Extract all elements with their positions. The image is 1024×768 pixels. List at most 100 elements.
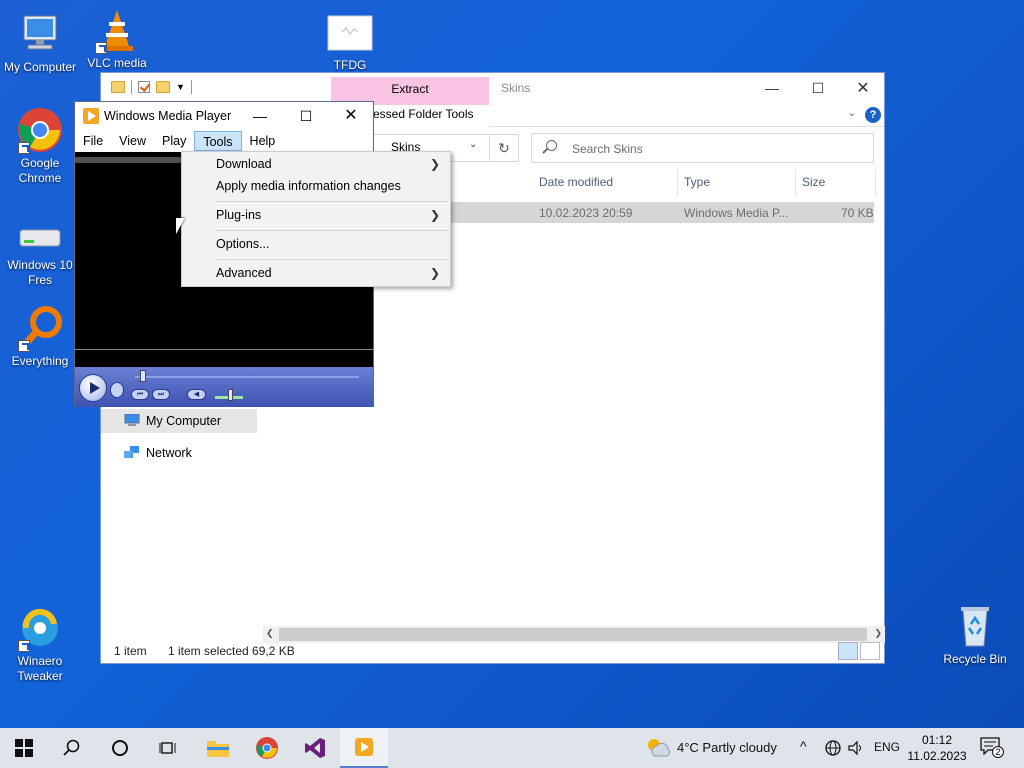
taskbar-file-explorer[interactable] [194, 728, 242, 768]
row-size: 70 KB [841, 206, 874, 220]
nav-item-my-computer[interactable]: My Computer [101, 409, 257, 433]
chevron-down-icon[interactable]: ⌄ [469, 139, 477, 150]
network-globe-icon[interactable] [825, 740, 841, 756]
seek-bar[interactable] [135, 376, 359, 378]
folder-icon [207, 741, 229, 757]
menu-tools[interactable]: Tools [194, 131, 242, 151]
maximize-button[interactable]: ☐ [283, 102, 329, 130]
desktop-icon-windows10[interactable]: Windows 10 Fres [0, 218, 80, 288]
menu-separator [216, 259, 448, 260]
taskbar-visual-studio[interactable] [291, 728, 339, 768]
menu-item-apply-media-info[interactable]: Apply media information changes [182, 175, 450, 197]
menu-item-download[interactable]: Download ❯ [182, 153, 450, 175]
desktop-icon-label: VLC media [87, 56, 147, 70]
visual-studio-icon [305, 738, 325, 758]
search-button[interactable] [48, 728, 96, 768]
chevron-down-icon[interactable]: ▼ [176, 82, 185, 92]
row-date: 10.02.2023 20:59 [539, 206, 633, 220]
help-icon[interactable]: ? [865, 107, 881, 123]
chevron-up-icon[interactable]: ^ [800, 738, 807, 754]
taskbar-wmp[interactable] [340, 728, 388, 768]
menu-item-plugins[interactable]: Plug-ins ❯ [182, 204, 450, 226]
minimize-button[interactable]: — [237, 102, 283, 130]
status-item-count: 1 item [114, 644, 147, 658]
shortcut-arrow-icon [18, 640, 30, 652]
drive-icon [16, 218, 64, 256]
shortcut-arrow-icon [18, 340, 30, 352]
language-indicator[interactable]: ENG [874, 740, 900, 754]
network-icon [124, 446, 139, 458]
chevron-left-icon[interactable]: ❮ [266, 628, 274, 639]
desktop-icon-label: My Computer [3, 60, 77, 74]
desktop-icon-everything[interactable]: Everything [0, 304, 80, 369]
wmp-menubar: File View Play Tools Help [75, 130, 373, 152]
refresh-button[interactable]: ↻ [489, 134, 519, 162]
large-icons-view-button[interactable] [860, 642, 880, 660]
document-icon [326, 10, 374, 52]
clock-date: 11.02.2023 [907, 749, 967, 763]
clock[interactable]: 01:12 11.02.2023 [905, 732, 969, 764]
task-view-button[interactable] [144, 728, 192, 768]
volume-icon[interactable] [848, 740, 864, 756]
window-title: Skins [501, 81, 531, 95]
menu-file[interactable]: File [75, 131, 111, 151]
column-header-type[interactable]: Type [678, 169, 796, 195]
close-button[interactable]: ✕ [840, 73, 886, 103]
desktop-icon-my-computer[interactable]: My Computer [0, 10, 80, 75]
maximize-button[interactable]: ☐ [795, 73, 841, 103]
notification-center-button[interactable]: 2 [980, 737, 1004, 759]
desktop-icon-recycle-bin[interactable]: Recycle Bin [935, 602, 1015, 667]
menu-item-label: Download [216, 157, 272, 171]
wmp-titlebar[interactable]: Windows Media Player — ☐ ✕ [75, 102, 373, 130]
folder-icon[interactable] [111, 81, 125, 93]
toolbar-separator [190, 80, 192, 94]
taskbar-chrome[interactable] [243, 728, 291, 768]
play-button[interactable] [79, 374, 107, 402]
properties-icon[interactable] [138, 81, 150, 93]
stop-button[interactable] [110, 382, 124, 398]
column-header-size[interactable]: Size [796, 169, 876, 195]
desktop-icon-label: TFDG [333, 58, 367, 72]
weather-text[interactable]: 4°C Partly cloudy [677, 740, 777, 755]
desktop-icon-label: Recycle Bin [943, 652, 1007, 666]
desktop-icon-label: Everything [11, 354, 69, 368]
menu-play[interactable]: Play [154, 131, 194, 151]
nav-item-network[interactable]: Network [101, 441, 257, 465]
volume-handle[interactable] [228, 389, 233, 401]
menu-help[interactable]: Help [242, 131, 284, 151]
desktop-icon-vlc[interactable]: VLC media [77, 6, 157, 71]
desktop-icon-tfdg[interactable]: TFDG [310, 10, 390, 73]
chevron-right-icon[interactable]: ❯ [874, 628, 882, 639]
start-button[interactable] [0, 728, 48, 768]
menu-view[interactable]: View [111, 131, 154, 151]
menu-item-options[interactable]: Options... [182, 233, 450, 255]
desktop-icon-label: Windows 10 Fres [7, 258, 73, 287]
mute-button[interactable]: ◀ [187, 389, 206, 400]
menu-item-label: Plug-ins [216, 208, 262, 222]
table-row[interactable] [451, 202, 874, 223]
weather-icon[interactable] [645, 736, 671, 758]
taskbar: 4°C Partly cloudy ^ ENG 01:12 11.02.2023… [0, 728, 1024, 768]
vlc-cone-icon [93, 6, 141, 54]
close-button[interactable]: ✕ [328, 102, 374, 130]
desktop-icon-chrome[interactable]: Google Chrome [0, 106, 80, 186]
cortana-button[interactable] [96, 728, 144, 768]
recycle-bin-icon [951, 602, 999, 650]
column-header-date[interactable]: Date modified [533, 169, 678, 195]
minimize-button[interactable]: — [749, 73, 795, 103]
notification-count-badge: 2 [992, 746, 1004, 758]
seek-handle[interactable] [140, 370, 146, 382]
desktop-icon-winaero[interactable]: Winaero Tweaker [0, 604, 80, 684]
cortana-circle-icon [112, 740, 128, 756]
wmp-divider [75, 349, 373, 350]
details-view-button[interactable] [838, 642, 858, 660]
chevron-down-icon[interactable]: ⌄ [848, 108, 856, 119]
wmp-title: Windows Media Player [104, 109, 232, 123]
row-type: Windows Media P... [684, 206, 789, 220]
search-input[interactable]: Search Skins [531, 133, 874, 163]
previous-button[interactable]: ⏮ [131, 389, 149, 400]
new-folder-icon[interactable] [156, 81, 170, 93]
menu-item-advanced[interactable]: Advanced ❯ [182, 262, 450, 284]
status-selection: 1 item selected 69,2 KB [168, 644, 295, 658]
next-button[interactable]: ⏭ [152, 389, 170, 400]
